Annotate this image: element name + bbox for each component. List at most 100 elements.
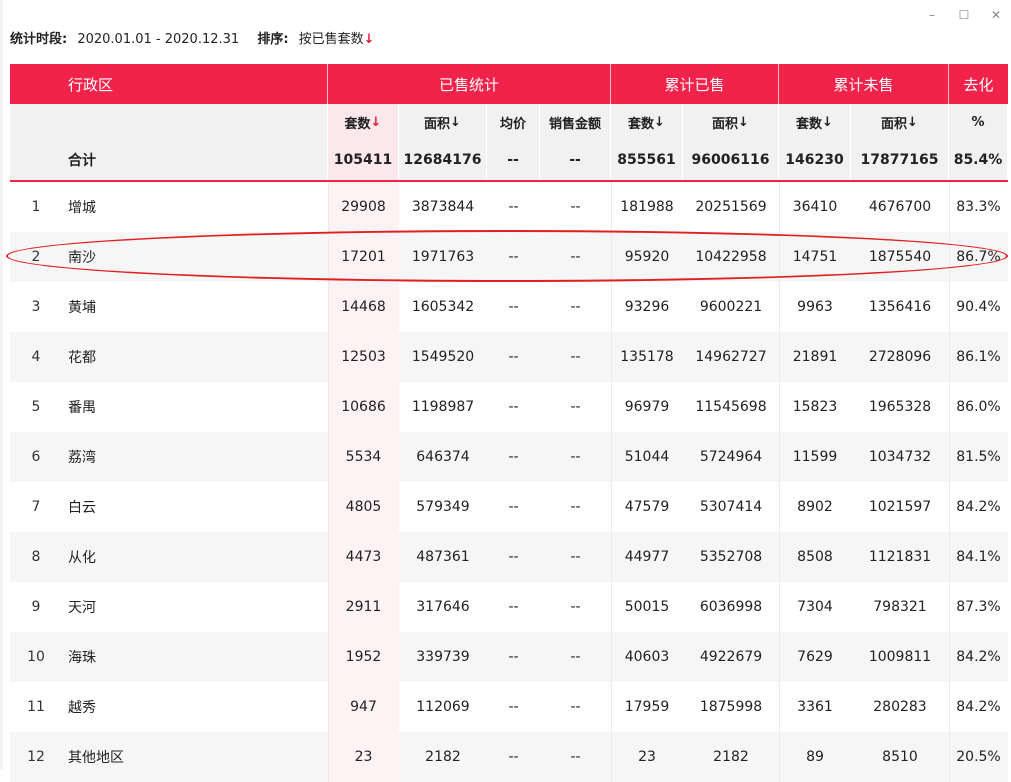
cell-cum-sold-area: 5352708 bbox=[699, 549, 763, 565]
cell-sold-area: 1971763 bbox=[411, 249, 475, 265]
cell-cum-unsold-area: 1021597 bbox=[868, 499, 932, 515]
sort-icon: ↓ bbox=[654, 114, 665, 130]
cell-cum-unsold-units: 9963 bbox=[797, 299, 833, 315]
column-divider bbox=[611, 282, 612, 332]
cell-cum-sold-area: 4922679 bbox=[699, 649, 763, 665]
column-divider bbox=[779, 432, 780, 482]
cell-sales-amount: -- bbox=[570, 249, 581, 265]
column-divider bbox=[328, 282, 329, 332]
cell-sold-area: 3873844 bbox=[411, 199, 475, 215]
col-cum-sold-units-label: 套数 bbox=[628, 116, 655, 132]
cell-cum-sold-units: 51044 bbox=[624, 449, 670, 465]
column-divider bbox=[779, 532, 780, 582]
column-divider bbox=[949, 682, 950, 732]
minimize-icon[interactable]: – bbox=[922, 6, 942, 24]
col-destock-pct[interactable]: % bbox=[949, 104, 1008, 140]
cell-cum-sold-area: 2182 bbox=[713, 749, 749, 765]
table-row[interactable]: 5 番禺 10686 1198987 -- -- 96979 11545698 15823 196… bbox=[10, 382, 1008, 432]
cell-cum-unsold-units: 15823 bbox=[792, 399, 838, 415]
table-row[interactable]: 1 增城 29908 3873844 -- -- 181988 20251569 36410 46… bbox=[10, 182, 1008, 232]
table-row[interactable]: 6 荔湾 5534 646374 -- -- 51044 5724964 11599 103473… bbox=[10, 432, 1008, 482]
cell-sold-area: 579349 bbox=[416, 499, 470, 515]
cell-sold-area: 487361 bbox=[416, 549, 470, 565]
cell-sold-units: 4805 bbox=[328, 482, 399, 532]
cell-sold-area: 339739 bbox=[416, 649, 470, 665]
column-divider bbox=[949, 582, 950, 632]
col-sold-units[interactable]: 套数 ↓ bbox=[328, 104, 399, 140]
cell-sold-units: 23 bbox=[328, 732, 399, 782]
cell-sold-area: 1605342 bbox=[411, 299, 475, 315]
cell-destock: 83.3% bbox=[956, 199, 1001, 215]
table-row[interactable]: 4 花都 12503 1549520 -- -- 135178 14962727 21891 27… bbox=[10, 332, 1008, 382]
table-row[interactable]: 7 白云 4805 579349 -- -- 47579 5307414 8902 1021597… bbox=[10, 482, 1008, 532]
col-sales-amount[interactable]: 销售金额 bbox=[540, 104, 611, 140]
table-row[interactable]: 2 南沙 17201 1971763 -- -- 95920 10422958 14751 187… bbox=[10, 232, 1008, 282]
cell-destock: 20.5% bbox=[956, 749, 1001, 765]
cell-cum-unsold-units: 21891 bbox=[792, 349, 838, 365]
column-divider bbox=[611, 632, 612, 682]
table-row[interactable]: 10 海珠 1952 339739 -- -- 40603 4922679 7629 100981… bbox=[10, 632, 1008, 682]
table-row[interactable]: 9 天河 2911 317646 -- -- 50015 6036998 7304 798321 8… bbox=[10, 582, 1008, 632]
col-avg-price[interactable]: 均价 bbox=[487, 104, 540, 140]
column-divider bbox=[949, 732, 950, 782]
col-cum-sold-units[interactable]: 套数 ↓ bbox=[611, 104, 683, 140]
cell-sold-units: 17201 bbox=[328, 232, 399, 282]
cell-name: 南沙 bbox=[68, 250, 96, 266]
total-sold-area: 12684176 bbox=[399, 140, 487, 180]
column-divider bbox=[328, 682, 329, 732]
sort-value[interactable]: 按已售套数 bbox=[299, 32, 364, 47]
column-divider bbox=[779, 582, 780, 632]
cell-rank: 3 bbox=[31, 299, 41, 315]
total-cum-unsold-units: 146230 bbox=[779, 140, 851, 180]
period-value[interactable]: 2020.01.01 - 2020.12.31 bbox=[77, 32, 239, 47]
column-divider bbox=[779, 382, 780, 432]
cell-destock: 87.3% bbox=[956, 599, 1001, 615]
maximize-icon[interactable]: ☐ bbox=[954, 6, 974, 24]
titlebar: – ☐ ✕ bbox=[0, 0, 1011, 30]
col-sold-area-label: 面积 bbox=[424, 116, 451, 132]
cell-rank: 11 bbox=[27, 699, 45, 715]
total-row: 合计 105411 12684176 -- -- 855561 96006116… bbox=[10, 140, 1008, 182]
col-cum-unsold-units[interactable]: 套数 ↓ bbox=[779, 104, 851, 140]
header-district: 行政区 bbox=[10, 64, 328, 104]
cell-sold-units: 5534 bbox=[328, 432, 399, 482]
col-cum-unsold-area[interactable]: 面积 ↓ bbox=[851, 104, 949, 140]
col-cum-sold-area-label: 面积 bbox=[712, 116, 739, 132]
column-divider bbox=[328, 432, 329, 482]
cell-destock: 86.1% bbox=[956, 349, 1001, 365]
close-icon[interactable]: ✕ bbox=[986, 6, 1006, 24]
column-divider bbox=[611, 582, 612, 632]
cell-avg-price: -- bbox=[508, 599, 519, 615]
cell-cum-sold-units: 47579 bbox=[624, 499, 670, 515]
cell-cum-sold-units: 95920 bbox=[624, 249, 670, 265]
cell-destock: 84.2% bbox=[956, 649, 1001, 665]
header-cum-sold: 累计已售 bbox=[611, 64, 779, 104]
table-row[interactable]: 8 从化 4473 487361 -- -- 44977 5352708 8508 1121831… bbox=[10, 532, 1008, 582]
column-divider bbox=[779, 732, 780, 782]
cell-sales-amount: -- bbox=[570, 349, 581, 365]
cell-destock: 86.7% bbox=[956, 249, 1001, 265]
cell-sold-area: 646374 bbox=[416, 449, 470, 465]
period-label: 统计时段: bbox=[10, 32, 68, 47]
column-divider bbox=[779, 482, 780, 532]
column-divider bbox=[328, 582, 329, 632]
column-divider bbox=[949, 432, 950, 482]
col-cum-sold-area[interactable]: 面积 ↓ bbox=[683, 104, 779, 140]
col-sold-area[interactable]: 面积 ↓ bbox=[399, 104, 487, 140]
cell-name: 黄埔 bbox=[68, 300, 96, 316]
cell-destock: 90.4% bbox=[956, 299, 1001, 315]
table-row[interactable]: 3 黄埔 14468 1605342 -- -- 93296 9600221 9963 13564… bbox=[10, 282, 1008, 332]
cell-cum-unsold-units: 36410 bbox=[792, 199, 838, 215]
cell-rank: 7 bbox=[31, 499, 41, 515]
cell-name: 其他地区 bbox=[68, 750, 124, 766]
cell-sold-units: 14468 bbox=[328, 282, 399, 332]
table-row[interactable]: 11 越秀 947 112069 -- -- 17959 1875998 3361 280283 8… bbox=[10, 682, 1008, 732]
cell-name: 增城 bbox=[68, 200, 96, 216]
table-row[interactable]: 12 其他地区 23 2182 -- -- 23 2182 89 8510 20.5% bbox=[10, 732, 1008, 782]
cell-sold-units: 12503 bbox=[328, 332, 399, 382]
cell-name: 海珠 bbox=[68, 650, 96, 666]
cell-cum-unsold-units: 3361 bbox=[797, 699, 833, 715]
cell-avg-price: -- bbox=[508, 399, 519, 415]
column-divider bbox=[949, 232, 950, 282]
total-sold-units: 105411 bbox=[328, 140, 399, 180]
